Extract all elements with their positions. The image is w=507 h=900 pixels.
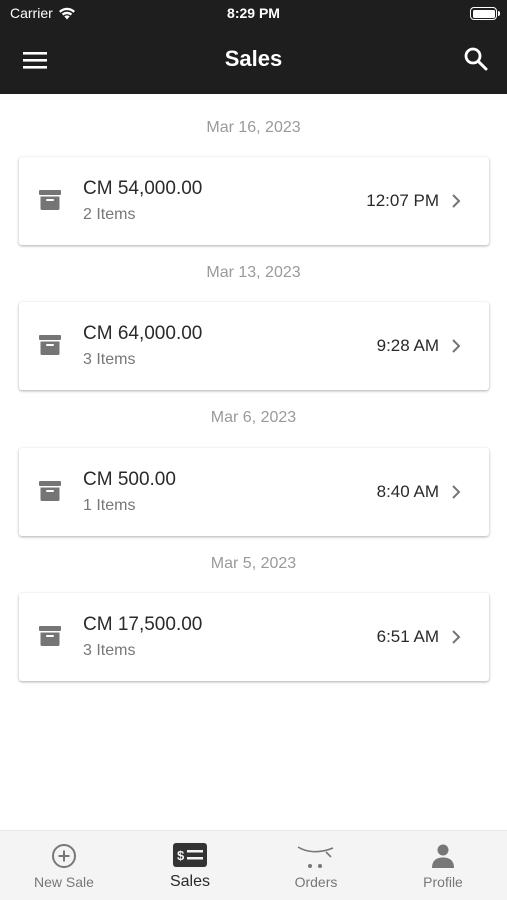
sale-item-count: 2 Items xyxy=(83,206,136,223)
sale-time: 9:28 AM xyxy=(376,336,439,355)
chevron-right-icon xyxy=(452,485,461,499)
nav-profile[interactable]: Profile xyxy=(380,831,506,900)
nav-label: Profile xyxy=(423,874,463,890)
archive-box-icon xyxy=(39,190,61,210)
date-header: Mar 5, 2023 xyxy=(210,555,297,572)
sale-item-count: 1 Items xyxy=(83,497,136,514)
search-icon[interactable] xyxy=(463,46,489,72)
chevron-right-icon xyxy=(452,339,461,353)
chevron-right-icon xyxy=(452,194,461,208)
status-bar: Carrier 8:29 PM xyxy=(0,0,507,26)
bottom-navigation: New Sale $ Sales Orders Profile xyxy=(0,830,507,900)
nav-new-sale[interactable]: New Sale xyxy=(1,831,127,900)
sale-time: 12:07 PM xyxy=(366,191,439,210)
sale-amount: CM 17,500.00 xyxy=(83,614,203,635)
sales-list: Mar 16, 2023 CM 54,000.00 2 Items 12:07 … xyxy=(0,94,507,830)
sale-card[interactable]: CM 54,000.00 2 Items 12:07 PM xyxy=(19,157,489,245)
chevron-right-icon xyxy=(452,630,461,644)
sale-amount: CM 500.00 xyxy=(83,469,176,490)
sale-card[interactable]: CM 500.00 1 Items 8:40 AM xyxy=(19,448,489,536)
add-circle-icon xyxy=(52,844,76,868)
archive-box-icon xyxy=(39,481,61,501)
date-header: Mar 13, 2023 xyxy=(206,264,301,281)
sale-amount: CM 64,000.00 xyxy=(83,323,203,344)
date-header: Mar 16, 2023 xyxy=(206,119,301,136)
status-time: 8:29 PM xyxy=(227,5,280,21)
page-title: Sales xyxy=(224,46,283,71)
nav-orders[interactable]: Orders xyxy=(253,831,379,900)
app-header: Sales xyxy=(0,26,507,94)
date-header: Mar 6, 2023 xyxy=(210,409,297,426)
sale-amount: CM 54,000.00 xyxy=(83,178,203,199)
sale-card[interactable]: CM 17,500.00 3 Items 6:51 AM xyxy=(19,593,489,681)
archive-box-icon xyxy=(39,335,61,355)
sale-card[interactable]: CM 64,000.00 3 Items 9:28 AM xyxy=(19,302,489,390)
sales-receipt-icon: $ xyxy=(173,843,207,867)
sale-time: 6:51 AM xyxy=(376,627,439,646)
sale-item-count: 3 Items xyxy=(83,642,136,659)
sale-item-count: 3 Items xyxy=(83,351,136,368)
nav-label: Sales xyxy=(169,873,211,890)
archive-box-icon xyxy=(39,626,61,646)
top-bar: Carrier 8:29 PM Sales xyxy=(0,0,507,94)
cart-icon xyxy=(297,846,334,868)
svg-text:$: $ xyxy=(177,848,185,863)
person-icon xyxy=(432,844,454,868)
nav-label: Orders xyxy=(294,874,338,890)
nav-sales[interactable]: $ Sales xyxy=(127,831,253,900)
sale-time: 8:40 AM xyxy=(376,482,439,501)
nav-label: New Sale xyxy=(34,874,94,890)
battery-icon xyxy=(470,7,500,20)
